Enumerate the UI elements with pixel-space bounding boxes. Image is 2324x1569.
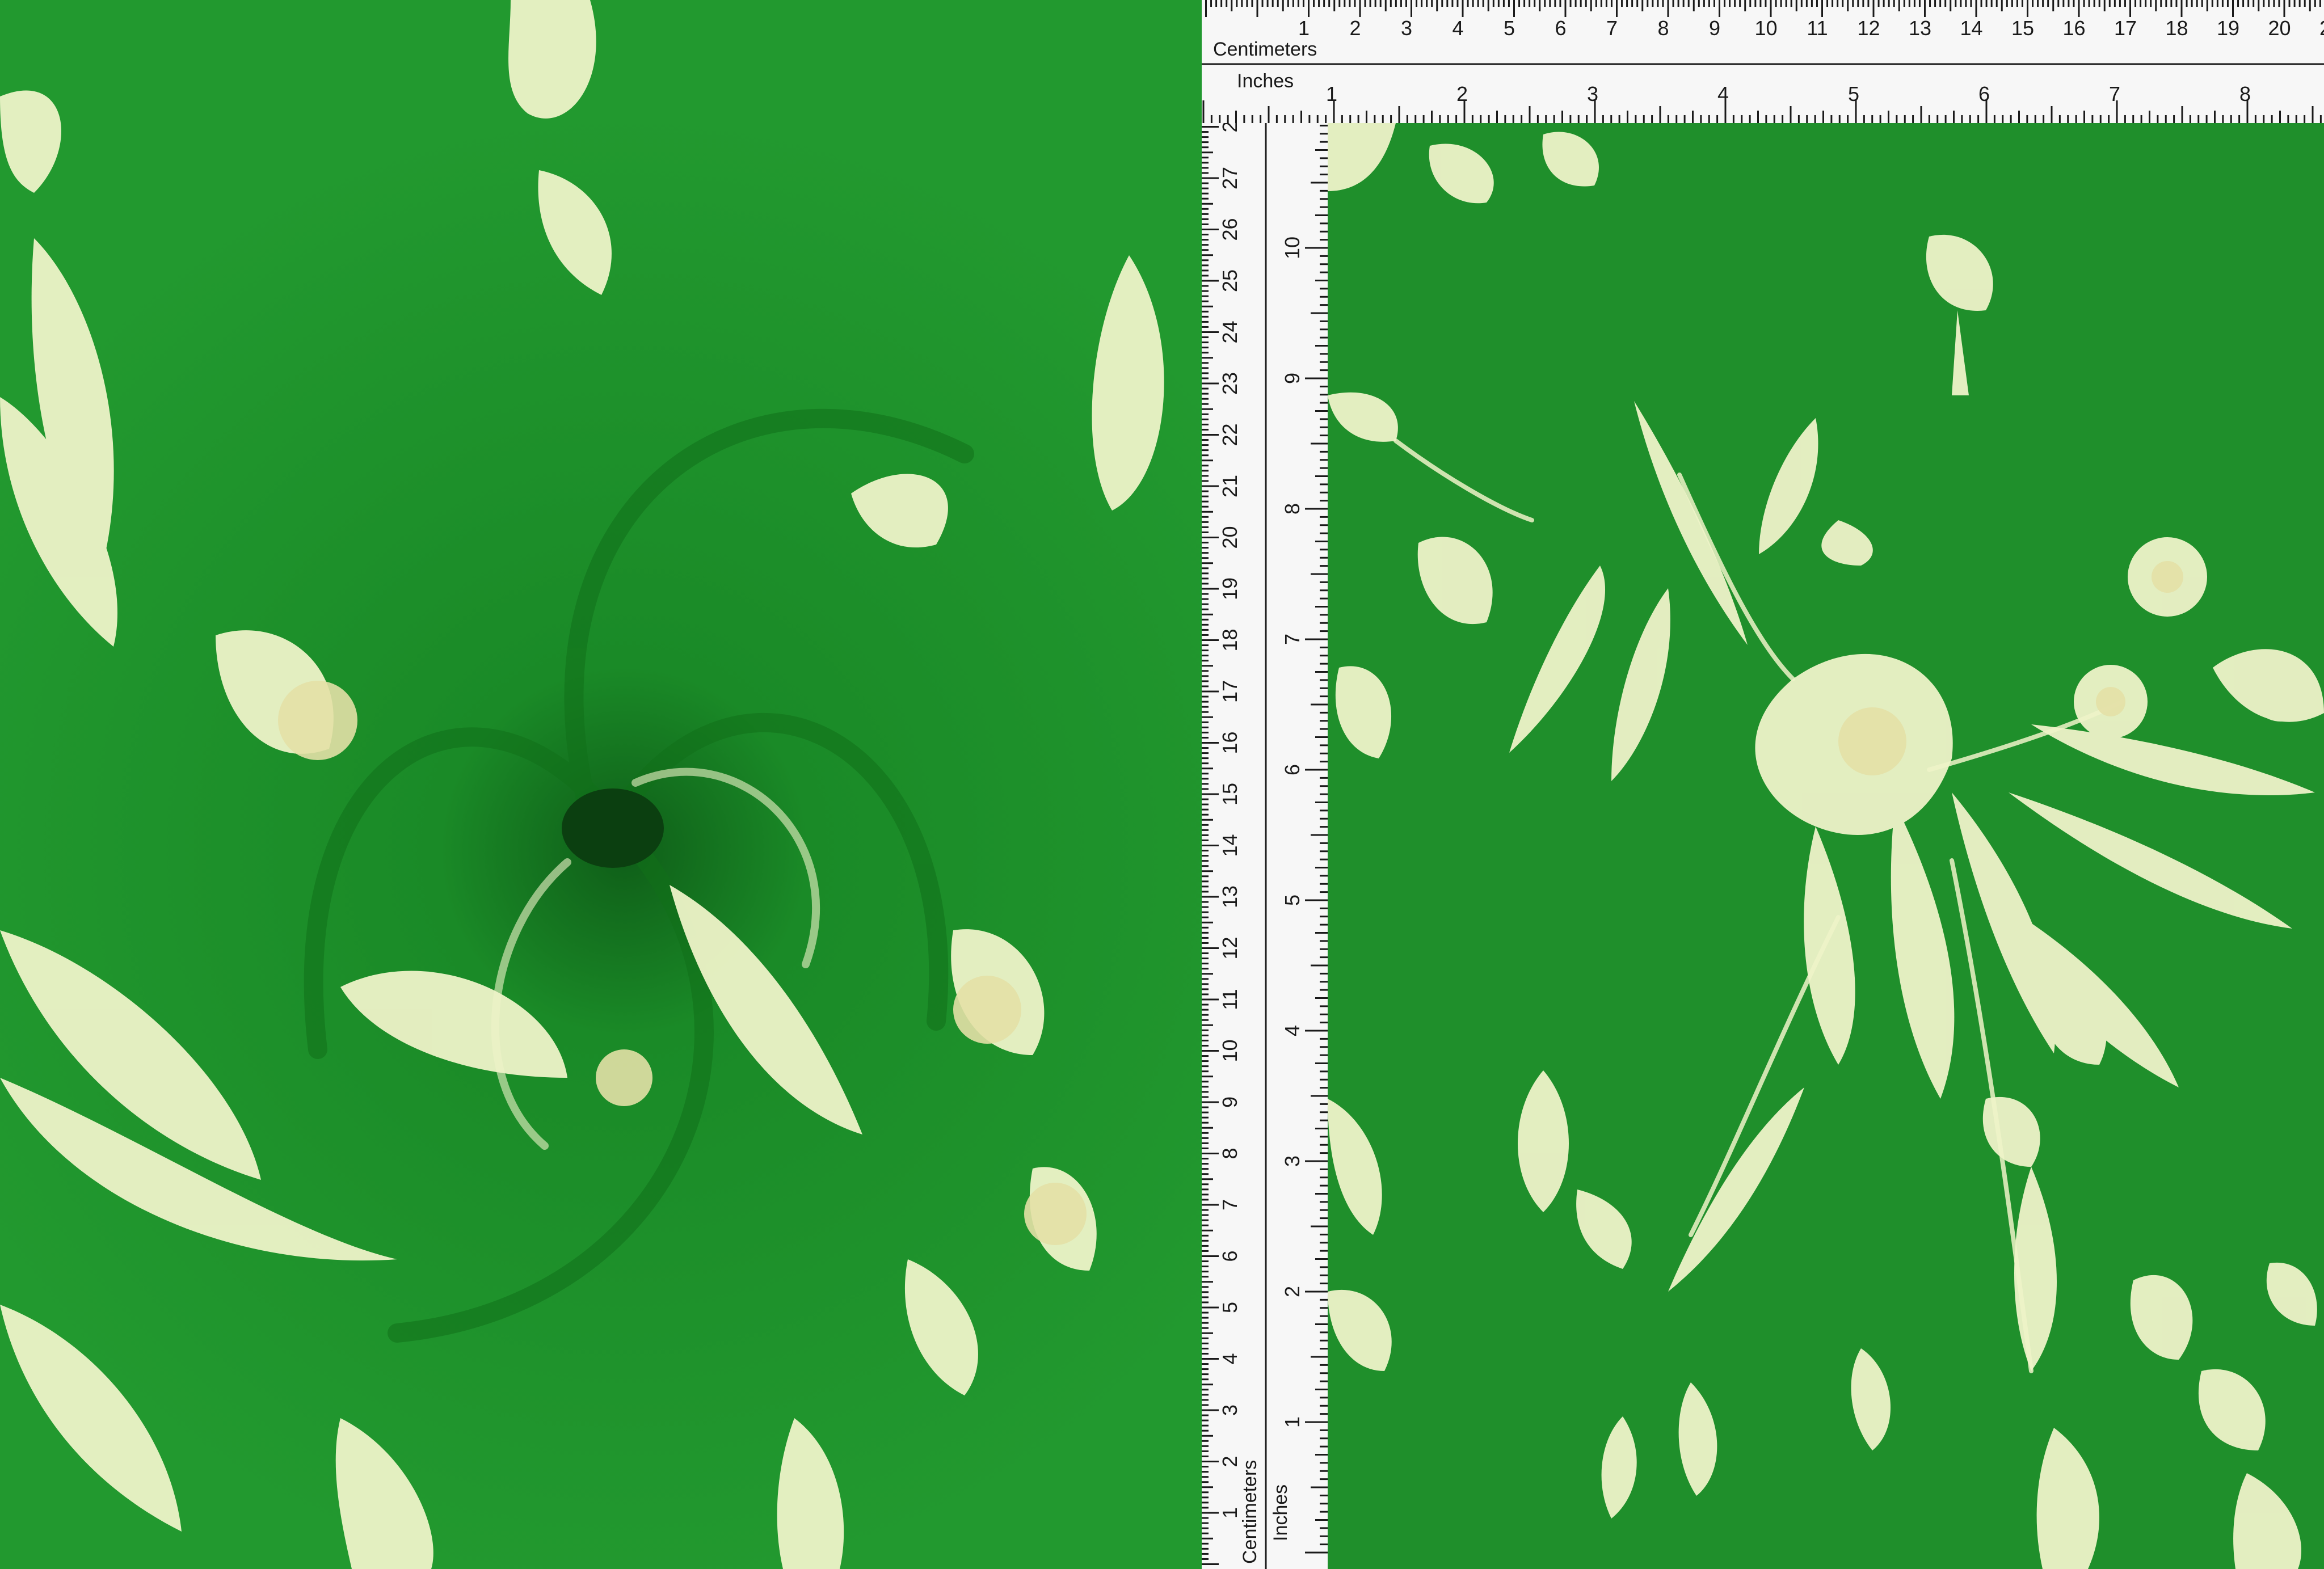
ruler-left-cm-number: 2 — [1218, 1456, 1241, 1467]
ruler-left-cm-number: 20 — [1218, 526, 1241, 549]
ruler-top-cm-number: 17 — [2114, 16, 2137, 40]
ruler-left-inch-number: 6 — [1281, 764, 1304, 775]
ruler-top-cm-number: 1 — [1298, 16, 1310, 40]
ruler-top-inch-number: 8 — [2239, 82, 2251, 106]
ruler-top-cm-number: 5 — [1504, 16, 1515, 40]
ruler-top-cm-number: 14 — [1960, 16, 1982, 40]
ruler-left-cm-number: 21 — [1218, 475, 1241, 497]
ruler-top-inch-label: Inches — [1237, 70, 1294, 92]
ruler-left-cm-number: 27 — [1218, 167, 1241, 189]
ruler-left-cm-number: 17 — [1218, 680, 1241, 703]
ruler-top-cm-number: 8 — [1657, 16, 1669, 40]
ruler-left-cm-number: 3 — [1218, 1404, 1241, 1416]
ruler-left-cm-number: 22 — [1218, 423, 1241, 446]
ruler-left-cm-number: 13 — [1218, 885, 1241, 908]
fabric-flat-swatch — [1328, 123, 2324, 1569]
ruler-left-inch-number: 1 — [1281, 1416, 1304, 1428]
ruler-top-cm-number: 9 — [1709, 16, 1720, 40]
ruler-left-cm-number: 16 — [1218, 731, 1241, 754]
ruler-left-cm-number: 6 — [1218, 1250, 1241, 1262]
ruler-top-inch-number: 3 — [1587, 82, 1598, 106]
ruler-vertical: 1234567891011121314151617181920212223242… — [1202, 123, 1328, 1569]
ruler-left-inch-number: 10 — [1281, 237, 1304, 259]
ruler-left-cm-number: 18 — [1218, 629, 1241, 651]
ruler-left-cm-label: Centimeters — [1239, 1460, 1261, 1564]
ruler-left-cm-number: 1 — [1218, 1507, 1241, 1519]
ruler-left-cm-number: 11 — [1218, 989, 1241, 1010]
ruler-left-cm-number: 10 — [1218, 1039, 1241, 1062]
ruler-top-cm-number: 15 — [2011, 16, 2034, 40]
ruler-top-inch-number: 6 — [1978, 82, 1990, 106]
ruler-top-cm-number: 16 — [2062, 16, 2085, 40]
ruler-left-inch-number: 2 — [1281, 1286, 1304, 1297]
ruler-top-cm-number: 19 — [2217, 16, 2239, 40]
ruler-left-cm-number: 7 — [1218, 1199, 1241, 1211]
ruler-top-cm-number: 10 — [1754, 16, 1777, 40]
ruler-left-cm-number: 8 — [1218, 1148, 1241, 1159]
ruler-top-cm-number: 21 — [2319, 16, 2324, 40]
ruler-top-inch-number: 5 — [1848, 82, 1859, 106]
ruler-top-cm-number: 4 — [1452, 16, 1463, 40]
ruler-left-inch-number: 5 — [1281, 895, 1304, 906]
ruler-left-cm-number: 4 — [1218, 1353, 1241, 1364]
ruler-left-inch-number: 4 — [1281, 1025, 1304, 1036]
ruler-top-cm-number: 20 — [2268, 16, 2291, 40]
ruler-left-cm-number: 24 — [1218, 320, 1241, 343]
ruler-left-cm-number: 9 — [1218, 1096, 1241, 1108]
ruler-top-inch-number: 7 — [2109, 82, 2120, 106]
ruler-left-cm-number: 19 — [1218, 577, 1241, 600]
fabric-swirl-swatch — [0, 0, 1202, 1569]
ruler-top-inch-number: 4 — [1717, 82, 1729, 106]
ruler-top-cm-number: 2 — [1349, 16, 1361, 40]
ruler-top-inch-number: 1 — [1326, 82, 1337, 106]
ruler-top-cm-label: Centimeters — [1213, 39, 1317, 60]
ruler-left-inch-label: Inches — [1270, 1484, 1291, 1541]
ruler-left-cm-number: 14 — [1218, 834, 1241, 857]
ruler-left-cm-number: 23 — [1218, 372, 1241, 395]
ruler-top-inch-number: 2 — [1456, 82, 1468, 106]
ruler-left-cm-number: 12 — [1218, 937, 1241, 959]
ruler-top-cm-number: 7 — [1606, 16, 1618, 40]
ruler-top-cm-number: 12 — [1857, 16, 1880, 40]
ruler-top-cm-number: 18 — [2165, 16, 2188, 40]
ruler-top-cm-number: 11 — [1807, 16, 1828, 40]
ruler-left-inch-number: 7 — [1281, 634, 1304, 645]
ruler-left-cm-number: 26 — [1218, 218, 1241, 241]
ruler-left-inch-number: 9 — [1281, 373, 1304, 384]
ruler-left-inch-number: 8 — [1281, 503, 1304, 514]
ruler-left-cm-number: 15 — [1218, 783, 1241, 805]
ruler-horizontal: 123456789101112131415161718192021 123456… — [1202, 0, 2324, 123]
swirl-center — [562, 788, 664, 868]
ruler-left-cm-number: 5 — [1218, 1302, 1241, 1313]
ruler-top-cm-number: 6 — [1555, 16, 1566, 40]
ruler-left-cm-number: 2 — [1218, 123, 1241, 133]
fabric-product-photo: 123456789101112131415161718192021 123456… — [0, 0, 2324, 1569]
ruler-top-cm-number: 13 — [1909, 16, 1931, 40]
ruler-left-cm-number: 25 — [1218, 269, 1241, 292]
ruler-top-cm-number: 3 — [1401, 16, 1412, 40]
ruler-left-inch-number: 3 — [1281, 1155, 1304, 1167]
